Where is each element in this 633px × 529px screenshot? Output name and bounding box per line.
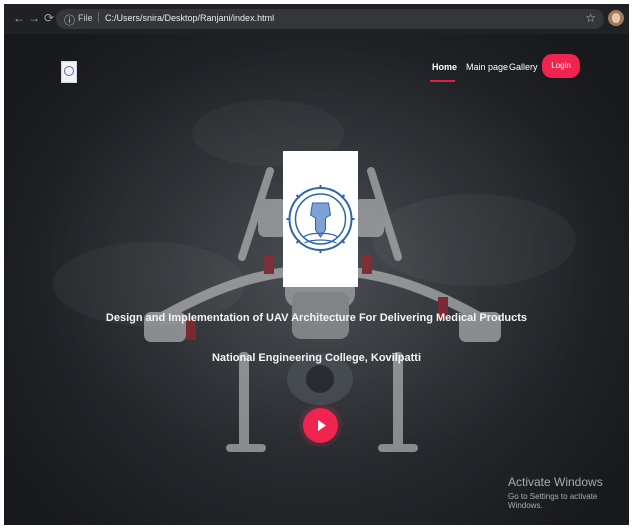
address-url: C:/Users/snira/Desktop/Ranjani/index.htm… [105,13,275,23]
page-title: Design and Implementation of UAV Archite… [105,312,528,324]
play-button[interactable] [303,408,338,443]
college-logo-image [283,151,358,287]
browser-chrome: ← → ⟳ ⓘ File | C:/Users/snira/Desktop/Ra… [4,4,629,34]
webpage: Home Main page Gallery Login Design and … [4,34,629,525]
address-separator: | [97,11,100,23]
reload-button[interactable]: ⟳ [42,11,56,25]
back-button[interactable]: ← [12,11,26,25]
forward-button[interactable]: → [27,11,41,25]
login-button[interactable]: Login [542,54,580,78]
nav-main-page-link[interactable]: Main page [466,62,508,82]
profile-avatar-icon[interactable] [608,10,624,26]
nav-gallery-link[interactable]: Gallery [509,62,538,82]
nav-home-link[interactable]: Home [429,62,457,82]
play-icon [318,420,326,431]
site-logo[interactable] [61,61,77,83]
activation-title: Activate Windows [508,475,603,489]
college-name: National Engineering College, Kovilpatti [211,352,422,364]
bookmark-star-icon[interactable]: ☆ [585,11,596,25]
info-icon[interactable]: ⓘ [64,12,75,28]
address-bar[interactable]: ⓘ File | C:/Users/snira/Desktop/Ranjani/… [56,9,604,29]
activation-message: Go to Settings to activate Windows. [508,492,598,510]
address-scheme: File [78,13,93,23]
windows-activation-watermark: Activate Windows Go to Settings to activ… [508,475,629,510]
browser-window: ← → ⟳ ⓘ File | C:/Users/snira/Desktop/Ra… [4,4,629,525]
